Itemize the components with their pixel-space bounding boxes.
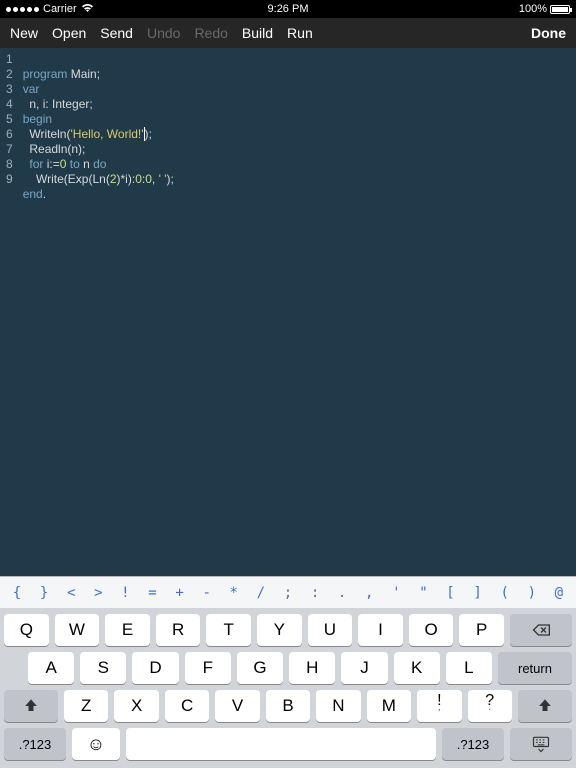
sym-key[interactable]: * — [223, 585, 245, 601]
key-question[interactable]: ?. — [468, 690, 512, 722]
sym-key[interactable]: - — [196, 585, 218, 601]
redo-button[interactable]: Redo — [194, 25, 227, 41]
sym-key[interactable]: + — [169, 585, 191, 601]
dismiss-keyboard-key[interactable] — [510, 728, 572, 760]
key-f[interactable]: F — [185, 652, 231, 684]
key-o[interactable]: O — [409, 614, 454, 646]
key-n[interactable]: N — [316, 690, 360, 722]
key-l[interactable]: L — [446, 652, 492, 684]
key-q[interactable]: Q — [4, 614, 49, 646]
key-a[interactable]: A — [28, 652, 74, 684]
sym-key[interactable]: { — [6, 585, 28, 601]
key-r[interactable]: R — [156, 614, 201, 646]
key-w[interactable]: W — [55, 614, 100, 646]
shift-key-left[interactable] — [4, 690, 58, 722]
sym-key[interactable]: @ — [548, 585, 570, 601]
key-h[interactable]: H — [289, 652, 335, 684]
status-bar: Carrier 9:26 PM 100% — [0, 0, 576, 18]
key-k[interactable]: K — [394, 652, 440, 684]
run-button[interactable]: Run — [287, 25, 313, 41]
sym-key[interactable]: ! — [114, 585, 136, 601]
key-c[interactable]: C — [165, 690, 209, 722]
sym-key[interactable]: , — [358, 585, 380, 601]
key-s[interactable]: S — [80, 652, 126, 684]
sym-key[interactable]: > — [87, 585, 109, 601]
status-left: Carrier — [6, 3, 94, 16]
sym-key[interactable]: ] — [467, 585, 489, 601]
space-key[interactable] — [126, 728, 436, 760]
key-j[interactable]: J — [341, 652, 387, 684]
key-d[interactable]: D — [132, 652, 178, 684]
key-e[interactable]: E — [105, 614, 150, 646]
signal-dots-icon — [6, 7, 39, 12]
code-content[interactable]: program Main; var n, i: Integer; begin W… — [19, 48, 174, 576]
key-z[interactable]: Z — [64, 690, 108, 722]
key-y[interactable]: Y — [257, 614, 302, 646]
send-button[interactable]: Send — [100, 25, 133, 41]
key-b[interactable]: B — [266, 690, 310, 722]
key-t[interactable]: T — [206, 614, 251, 646]
code-editor[interactable]: 123 456 789 program Main; var n, i: Inte… — [0, 48, 576, 576]
toolbar: New Open Send Undo Redo Build Run Done — [0, 18, 576, 48]
key-x[interactable]: X — [114, 690, 158, 722]
status-right: 100% — [519, 3, 570, 15]
key-u[interactable]: U — [308, 614, 353, 646]
undo-button[interactable]: Undo — [147, 25, 180, 41]
numbers-key-right[interactable]: .?123 — [442, 728, 504, 760]
carrier-label: Carrier — [43, 3, 77, 15]
sym-key[interactable]: . — [331, 585, 353, 601]
key-i[interactable]: I — [358, 614, 403, 646]
sym-key[interactable]: = — [141, 585, 163, 601]
key-exclaim[interactable]: !, — [417, 690, 461, 722]
sym-key[interactable]: ) — [521, 585, 543, 601]
wifi-icon — [81, 3, 94, 16]
return-key[interactable]: return — [498, 652, 572, 684]
done-button[interactable]: Done — [531, 25, 566, 41]
sym-key[interactable]: " — [412, 585, 434, 601]
open-button[interactable]: Open — [52, 25, 86, 41]
emoji-key[interactable]: ☺ — [72, 728, 120, 760]
key-m[interactable]: M — [367, 690, 411, 722]
sym-key[interactable]: } — [33, 585, 55, 601]
backspace-key[interactable] — [510, 614, 572, 646]
key-v[interactable]: V — [215, 690, 259, 722]
key-p[interactable]: P — [459, 614, 504, 646]
line-gutter: 123 456 789 — [0, 48, 19, 576]
keyboard: Q W E R T Y U I O P A S D F G H J K L re… — [0, 608, 576, 768]
shift-key-right[interactable] — [518, 690, 572, 722]
sym-key[interactable]: : — [304, 585, 326, 601]
battery-icon — [550, 5, 570, 14]
sym-key[interactable]: < — [60, 585, 82, 601]
new-button[interactable]: New — [10, 25, 38, 41]
key-g[interactable]: G — [237, 652, 283, 684]
numbers-key-left[interactable]: .?123 — [4, 728, 66, 760]
symbol-row: { } < > ! = + - * / ; : . , ' " [ ] ( ) … — [0, 576, 576, 608]
sym-key[interactable]: ; — [277, 585, 299, 601]
build-button[interactable]: Build — [242, 25, 273, 41]
sym-key[interactable]: ( — [494, 585, 516, 601]
sym-key[interactable]: [ — [440, 585, 462, 601]
sym-key[interactable]: / — [250, 585, 272, 601]
sym-key[interactable]: ' — [385, 585, 407, 601]
battery-percent: 100% — [519, 3, 547, 15]
